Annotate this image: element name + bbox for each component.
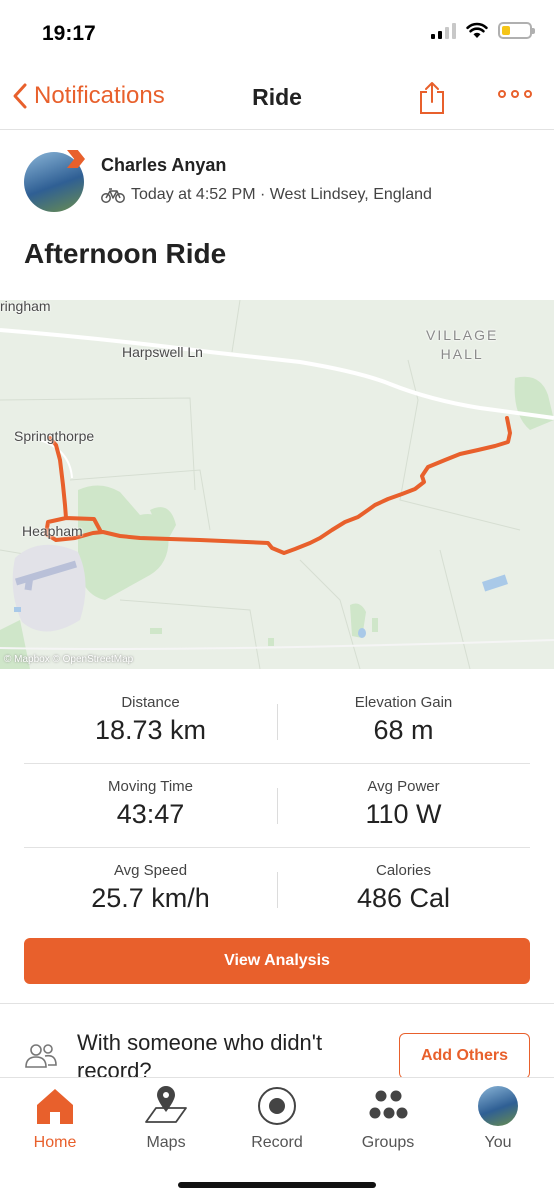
status-bar: 19:17 [0,0,554,70]
signal-icon [431,22,456,39]
tab-home[interactable]: Home [5,1084,105,1152]
stats-row: Distance 18.73 km Elevation Gain 68 m [24,680,530,764]
tab-bar: Home Maps Record Groups You [0,1077,554,1200]
avatar [478,1086,518,1126]
stat-moving-time: Moving Time 43:47 [24,778,277,830]
tab-label: Maps [146,1134,186,1151]
with-others-text: With someone who didn't record? [77,1030,323,1077]
route-map[interactable]: ringham Harpswell Ln VILLAGE HALL Springt… [0,300,554,669]
stat-label: Elevation Gain [354,694,453,711]
map-label-heapham: Heapham [22,523,83,539]
share-icon [420,82,444,114]
stat-value: 486 Cal [356,883,451,913]
tab-label: Groups [361,1134,415,1151]
activity-meta: Today at 4:52 PM · West Lindsey, England [101,186,432,204]
athlete-header: Charles Anyan Today at 4:52 PM · West Li… [24,150,530,214]
stat-label: Avg Power [367,778,440,795]
record-icon [258,1087,296,1125]
stat-label: Moving Time [107,778,194,795]
tab-label: Record [251,1134,303,1151]
groups-icon [369,1090,408,1119]
stat-label: Calories [375,862,432,879]
stat-value: 25.7 km/h [91,883,210,913]
stats-row: Avg Speed 25.7 km/h Calories 486 Cal [24,848,530,932]
status-icons [431,22,535,39]
stat-label: Distance [121,694,180,711]
share-button[interactable] [418,80,446,116]
map-label-village-hall: VILLAGE HALL [426,327,499,362]
stat-value: 68 m [373,715,434,745]
tab-record[interactable]: Record [227,1084,327,1152]
status-time: 19:17 [42,22,96,45]
stat-value: 110 W [365,799,442,829]
add-others-button[interactable]: Add Others [399,1033,530,1077]
nav-bar: Notifications Ride [0,70,554,130]
map-attribution[interactable]: © Mapbox © OpenStreetMap [4,654,133,665]
stat-label: Avg Speed [113,862,188,879]
people-icon [25,1044,57,1068]
map-label-springthorpe: Springthorpe [14,428,95,444]
map-pin-icon [145,1086,187,1123]
tab-label: Home [33,1134,77,1151]
home-icon [37,1089,73,1124]
activity-meta-text: Today at 4:52 PM · West Lindsey, England [131,186,432,203]
map-label-place: ringham [0,300,51,314]
tab-label: You [484,1134,512,1151]
bike-icon [101,188,125,203]
map-label-road: Harpswell Ln [122,344,203,360]
back-label: Notifications [34,82,165,109]
stat-distance: Distance 18.73 km [24,694,277,746]
stat-value: 43:47 [116,799,185,829]
back-button[interactable]: Notifications [12,82,165,110]
athlete-name[interactable]: Charles Anyan [101,155,226,176]
section-divider [0,1003,554,1004]
stats-grid: Distance 18.73 km Elevation Gain 68 m Mo… [24,680,530,932]
chevron-left-icon [13,83,27,109]
stat-elevation-gain: Elevation Gain 68 m [277,694,530,746]
stat-value: 18.73 km [94,715,207,745]
view-analysis-button[interactable]: View Analysis [24,938,530,984]
tab-groups[interactable]: Groups [338,1084,438,1152]
wifi-icon [466,22,488,38]
stat-avg-power: Avg Power 110 W [277,778,530,830]
tab-maps[interactable]: Maps [116,1084,216,1152]
stats-row: Moving Time 43:47 Avg Power 110 W [24,764,530,848]
stat-avg-speed: Avg Speed 25.7 km/h [24,862,277,914]
battery-icon [498,22,535,39]
stat-calories: Calories 486 Cal [277,862,530,914]
activity-title: Afternoon Ride [24,238,227,269]
more-button[interactable] [498,90,532,98]
tab-you[interactable]: You [448,1084,548,1152]
home-indicator [178,1182,376,1188]
with-others-section: With someone who didn't record? Add Othe… [24,1025,530,1077]
